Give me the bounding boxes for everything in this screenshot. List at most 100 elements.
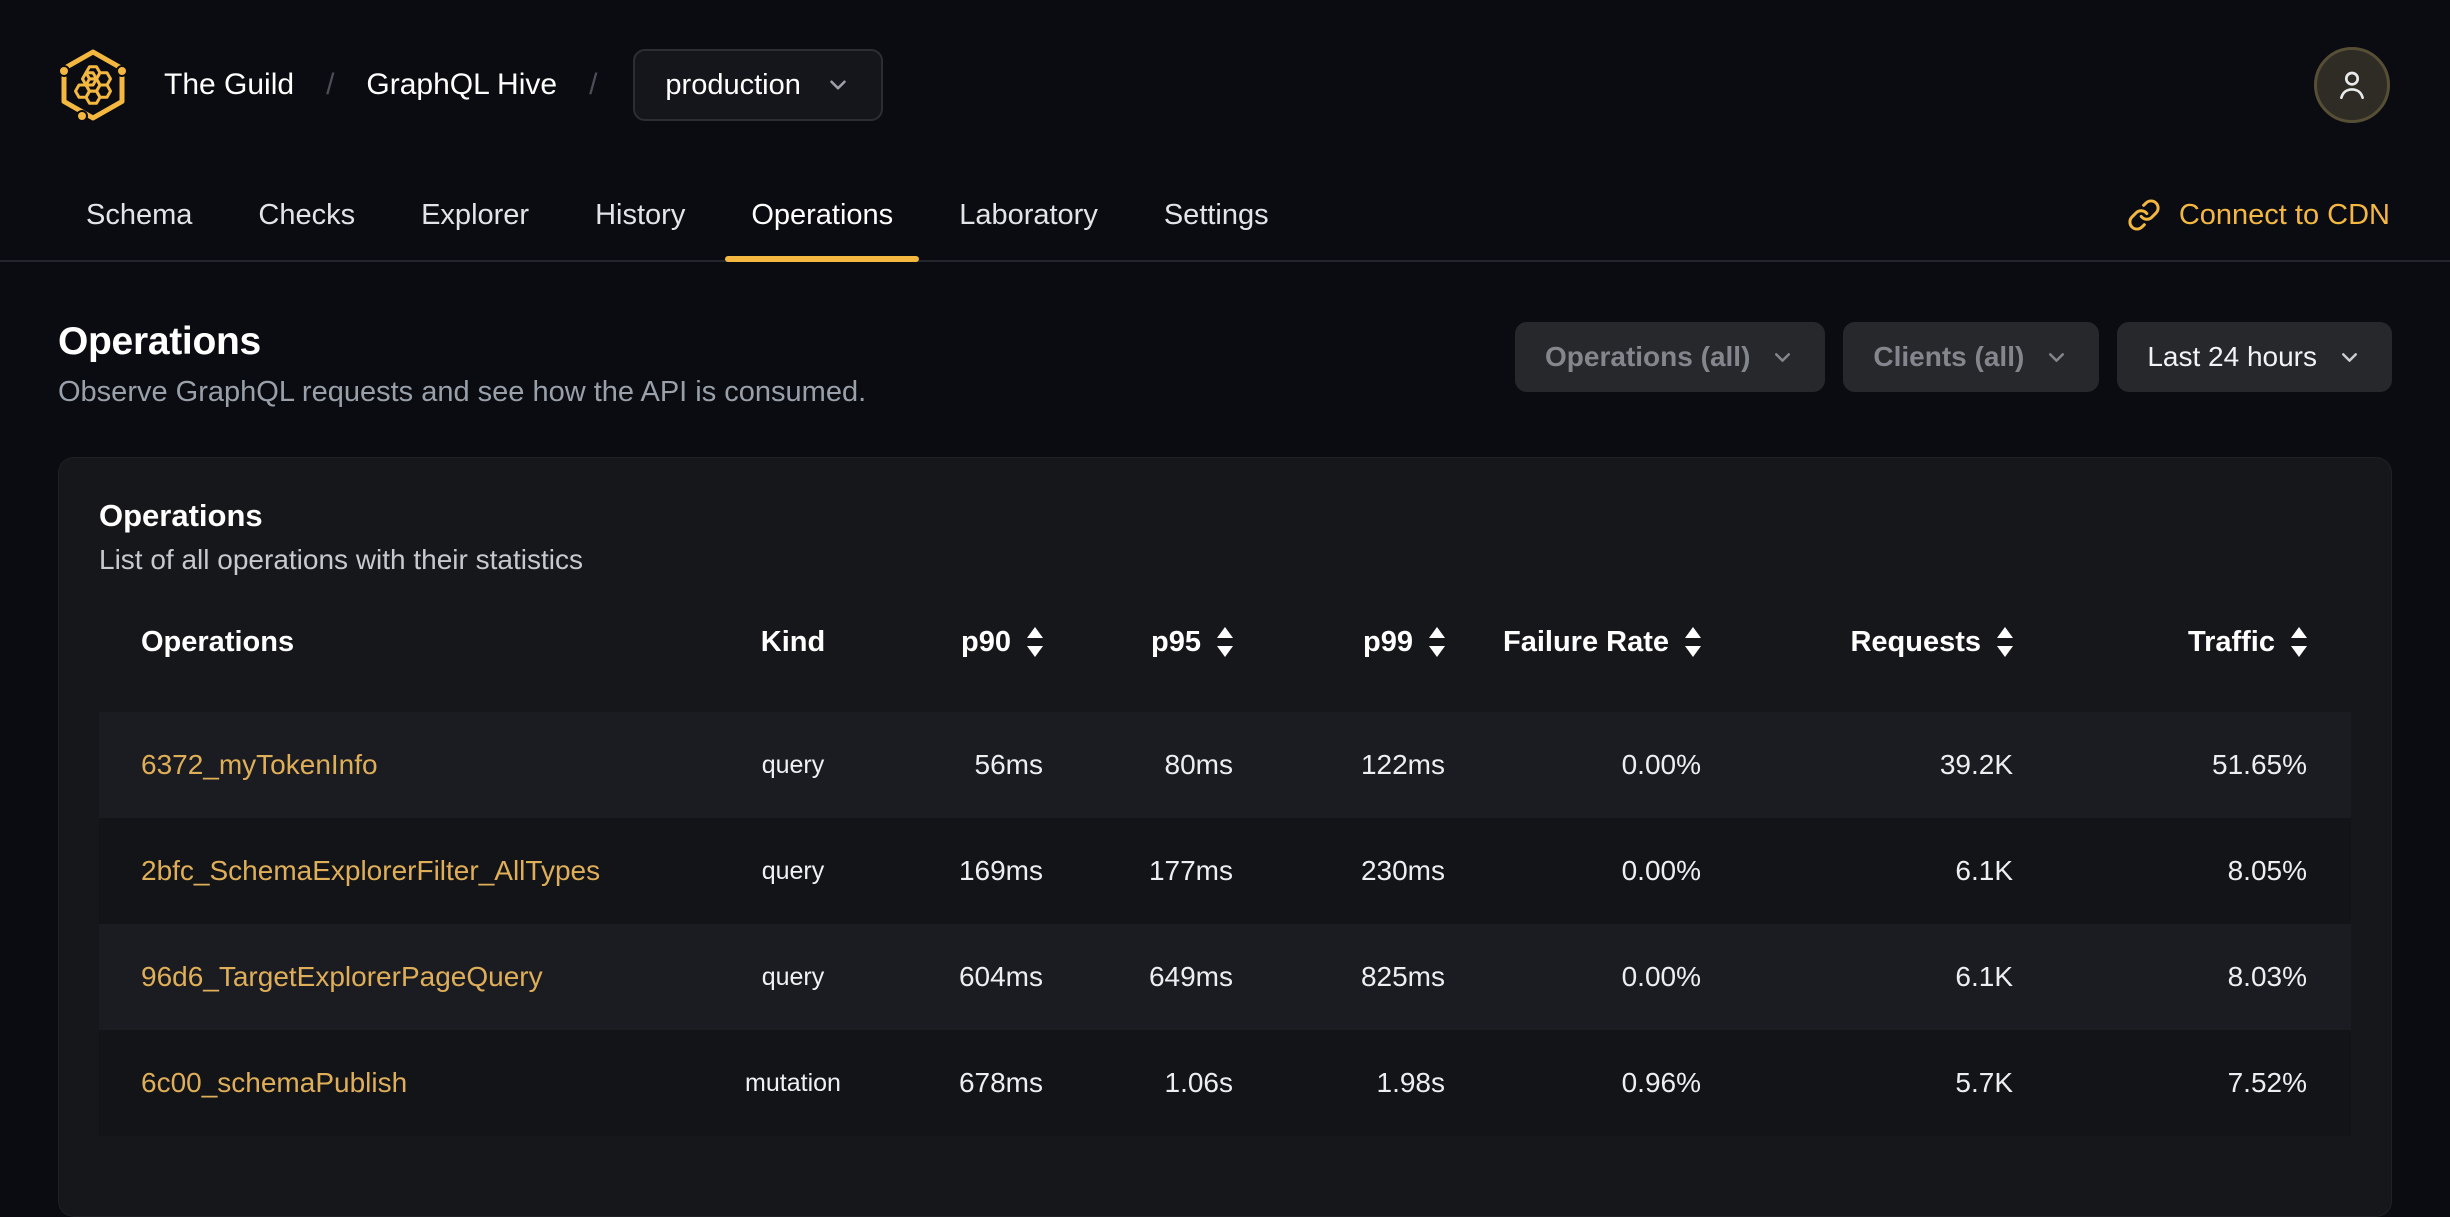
- column-header-failure_rate[interactable]: Failure Rate: [1445, 626, 1701, 659]
- breadcrumb-project[interactable]: GraphQL Hive: [366, 68, 557, 102]
- table-row: 96d6_TargetExplorerPageQuery query 604ms 64…: [99, 924, 2351, 1030]
- column-header-traffic[interactable]: Traffic: [2013, 626, 2307, 659]
- table-body: 6372_myTokenInfo query 56ms 80ms 122ms 0.00% 3…: [99, 712, 2351, 1136]
- clients-filter-label: Clients (all): [1873, 341, 2025, 372]
- clients-filter-dropdown[interactable]: Clients (all): [1843, 322, 2100, 392]
- nav-tabs: Schema Checks Explorer History Operations Lab…: [60, 170, 1309, 262]
- sort-icon: [1429, 627, 1445, 657]
- cell-kind: query: [761, 962, 825, 991]
- cell-failure_rate: 0.00%: [1621, 961, 1701, 992]
- cell-requests: 6.1K: [1955, 855, 2013, 886]
- sort-icon: [1685, 627, 1701, 657]
- nav-tabs-bar: Schema Checks Explorer History Operations Lab…: [0, 170, 2450, 262]
- link-icon: [2128, 199, 2160, 231]
- cell-traffic: 7.52%: [2227, 1067, 2307, 1098]
- column-label: Operations: [141, 625, 295, 658]
- operation-link[interactable]: 6372_myTokenInfo: [141, 749, 378, 780]
- page-subtitle: Observe GraphQL requests and see how the…: [58, 376, 867, 408]
- sort-icon: [1217, 627, 1233, 657]
- breadcrumb-separator: /: [326, 68, 335, 101]
- column-label: Requests: [1850, 625, 1981, 658]
- chevron-down-icon: [830, 80, 846, 90]
- operation-link[interactable]: 96d6_TargetExplorerPageQuery: [141, 961, 543, 992]
- cell-p95: 649ms: [1148, 961, 1233, 992]
- operations-filter-label: Operations (all): [1545, 341, 1751, 372]
- cell-traffic: 51.65%: [2212, 749, 2307, 780]
- operations-filter-dropdown[interactable]: Operations (all): [1515, 322, 1826, 392]
- cell-p90: 678ms: [958, 1067, 1043, 1098]
- cell-kind: query: [761, 750, 825, 779]
- table-row: 6372_myTokenInfo query 56ms 80ms 122ms 0.00% 3…: [99, 712, 2351, 818]
- cell-traffic: 8.03%: [2227, 961, 2307, 992]
- table-header-spacer: [99, 678, 2351, 712]
- hive-logo[interactable]: [60, 49, 126, 121]
- tab-schema[interactable]: Schema: [60, 170, 218, 260]
- operations-table: Operations Kind p90 p95 p99 Failure Rate Reque…: [99, 606, 2351, 1136]
- column-header-name: Operations: [99, 626, 688, 659]
- table-row: 2bfc_SchemaExplorerFilter_AllTypes query 1…: [99, 818, 2351, 924]
- column-header-p90[interactable]: p90: [898, 626, 1043, 659]
- target-selector-label: production: [665, 68, 801, 101]
- chevron-down-icon: [1775, 352, 1791, 362]
- cell-p90: 56ms: [974, 749, 1043, 780]
- tab-checks[interactable]: Checks: [232, 170, 381, 260]
- column-header-kind: Kind: [688, 626, 898, 659]
- top-bar: The Guild / GraphQL Hive / production: [0, 0, 2450, 170]
- operations-card: Operations List of all operations with t…: [58, 457, 2392, 1217]
- cell-p99: 1.98s: [1376, 1067, 1446, 1098]
- breadcrumb-separator: /: [589, 68, 598, 101]
- cell-p95: 1.06s: [1164, 1067, 1234, 1098]
- cell-name: 6c00_schemaPublish: [99, 1067, 688, 1099]
- column-label: p90: [961, 625, 1011, 658]
- tab-explorer[interactable]: Explorer: [395, 170, 555, 260]
- filter-bar: Operations (all) Clients (all) Last 24 h…: [1515, 322, 2392, 392]
- page-title: Operations: [58, 320, 261, 363]
- tab-laboratory[interactable]: Laboratory: [933, 170, 1124, 260]
- main-content: Operations Observe GraphQL requests and …: [0, 262, 2450, 1217]
- period-filter-label: Last 24 hours: [2147, 341, 2317, 372]
- column-label: Traffic: [2187, 625, 2275, 658]
- cell-requests: 6.1K: [1955, 961, 2013, 992]
- column-label: Kind: [760, 625, 826, 658]
- sort-icon: [1027, 627, 1043, 657]
- cell-failure_rate: 0.00%: [1621, 855, 1701, 886]
- cell-failure_rate: 0.96%: [1621, 1067, 1701, 1098]
- column-header-p95[interactable]: p95: [1043, 626, 1233, 659]
- column-header-requests[interactable]: Requests: [1701, 626, 2013, 659]
- sort-icon: [1997, 627, 2013, 657]
- cell-p95: 177ms: [1148, 855, 1233, 886]
- hive-logo-icon: [60, 49, 126, 121]
- connect-to-cdn-button[interactable]: Connect to CDN: [2127, 198, 2390, 232]
- cell-p99: 230ms: [1360, 855, 1445, 886]
- cell-p90: 604ms: [958, 961, 1043, 992]
- column-label: p99: [1363, 625, 1413, 658]
- operation-link[interactable]: 6c00_schemaPublish: [141, 1067, 407, 1098]
- breadcrumb-org[interactable]: The Guild: [164, 68, 294, 102]
- cell-kind: query: [761, 856, 825, 885]
- cell-p99: 122ms: [1360, 749, 1445, 780]
- card-title: Operations: [99, 498, 263, 533]
- cell-p95: 80ms: [1164, 749, 1233, 780]
- chevron-down-icon: [2049, 352, 2065, 362]
- cell-name: 6372_myTokenInfo: [99, 749, 688, 781]
- table-header-row: Operations Kind p90 p95 p99 Failure Rate Reque…: [99, 606, 2351, 678]
- breadcrumb: The Guild / GraphQL Hive /: [164, 68, 597, 102]
- target-selector-dropdown[interactable]: production: [633, 49, 883, 121]
- column-label: Failure Rate: [1503, 625, 1669, 658]
- cell-kind: mutation: [745, 1068, 841, 1097]
- cell-p90: 169ms: [958, 855, 1043, 886]
- cell-name: 2bfc_SchemaExplorerFilter_AllTypes: [99, 855, 688, 887]
- operation-link[interactable]: 2bfc_SchemaExplorerFilter_AllTypes: [141, 855, 600, 886]
- tab-history[interactable]: History: [569, 170, 711, 260]
- cell-traffic: 8.05%: [2227, 855, 2307, 886]
- tab-settings[interactable]: Settings: [1138, 170, 1295, 260]
- user-menu-button[interactable]: [2314, 47, 2390, 123]
- tab-operations[interactable]: Operations: [725, 170, 920, 262]
- column-label: p95: [1151, 625, 1201, 658]
- connect-to-cdn-label: Connect to CDN: [2178, 198, 2390, 231]
- user-icon: [2340, 71, 2364, 100]
- cell-p99: 825ms: [1360, 961, 1445, 992]
- table-row: 6c00_schemaPublish mutation 678ms 1.06s 1.98…: [99, 1030, 2351, 1136]
- period-filter-dropdown[interactable]: Last 24 hours: [2117, 322, 2392, 392]
- column-header-p99[interactable]: p99: [1233, 626, 1445, 659]
